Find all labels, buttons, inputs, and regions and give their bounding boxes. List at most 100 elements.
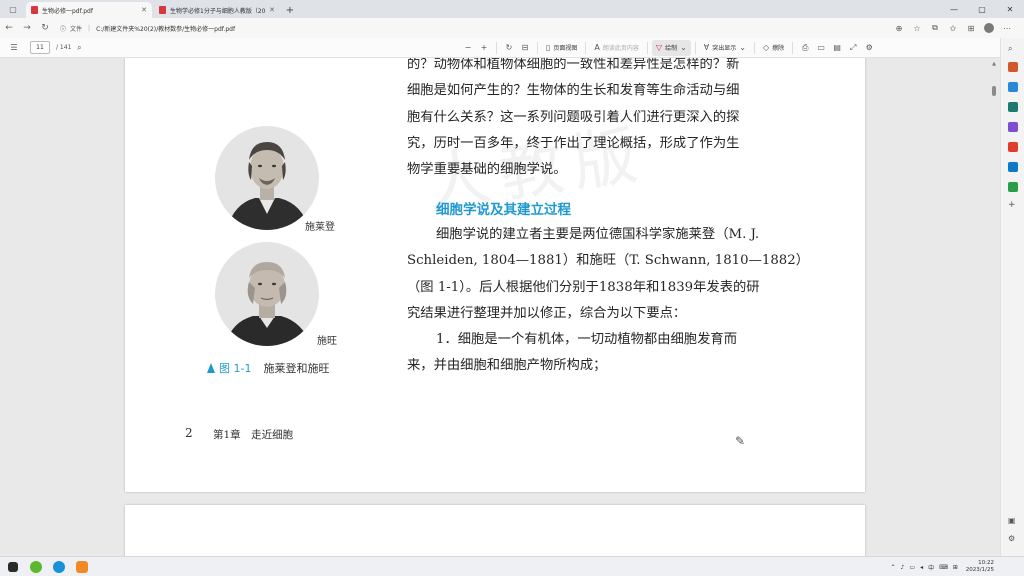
edge-sidebar: ⌕ + ▣ ⚙ [1000, 38, 1024, 556]
read-aloud-button[interactable]: A 朗读此页内容 [590, 40, 643, 56]
close-tab-icon[interactable]: ✕ [269, 6, 275, 14]
zoom-in-icon[interactable]: + [476, 40, 492, 56]
contents-icon[interactable]: ☰ [6, 40, 22, 56]
microphone-icon[interactable]: ♪ [901, 564, 905, 571]
fit-page-icon[interactable]: ⊟ [517, 40, 533, 56]
close-window-icon[interactable]: ✕ [996, 0, 1024, 18]
figure-caption-text: 施莱登和施旺 [263, 362, 330, 375]
figure-marker-icon [207, 363, 215, 373]
file-label: 文件 [70, 25, 83, 33]
erase-button[interactable]: ◇ 擦除 [759, 40, 788, 56]
hide-sidebar-icon[interactable]: ▣ [1008, 516, 1018, 526]
collections-icon[interactable]: ⊞ [962, 19, 980, 37]
page-view-button[interactable]: ▯ 页面视图 [542, 40, 581, 56]
grid-icon[interactable]: ⊞ [953, 564, 958, 571]
highlight-icon: ∀ [703, 43, 710, 52]
page-number-input[interactable]: 11 [30, 41, 50, 54]
url-text: C:/新建文件夹%20(2)/教材数参/生物必修一pdf.pdf [96, 25, 236, 33]
page-number: 2 [185, 426, 193, 440]
zoom-icon[interactable]: ⊕ [890, 19, 908, 37]
more-menu-icon[interactable]: ⋯ [998, 19, 1016, 37]
section-title: 细胞学说及其建立过程 [436, 202, 571, 218]
draw-pen-icon: ▽ [655, 43, 663, 52]
clock-date: 2023/1/25 [965, 567, 994, 573]
pencil-cursor-icon: ✎ [735, 434, 746, 448]
zoom-out-icon[interactable]: − [460, 40, 476, 56]
portrait2-caption: 施旺 [317, 336, 337, 347]
vertical-scrollbar[interactable]: ▲ [990, 60, 998, 554]
taskbar-app-orange[interactable] [72, 557, 92, 576]
schwann-portrait [215, 242, 319, 346]
sidebar-settings-icon[interactable]: ⚙ [1008, 534, 1018, 544]
battery-icon[interactable]: ▭ [909, 564, 915, 571]
split-screen-icon[interactable]: ⧉ [926, 19, 944, 37]
minimize-icon[interactable]: — [940, 0, 968, 18]
system-tray: ⌃ ♪ ▭ ◂ 中 ⌨ ⊞ 10:22 2023/1/25 [886, 557, 994, 576]
tab-strip: ▢ 生物必修一pdf.pdf ✕ 生物学必修1分子与细胞人教版（2019）.pd… [0, 0, 1024, 18]
volume-icon[interactable]: ◂ [920, 564, 923, 571]
clock[interactable]: 10:22 2023/1/25 [966, 560, 994, 574]
eraser-icon: ◇ [763, 43, 770, 52]
info-icon: ⓘ [60, 25, 67, 33]
refresh-icon[interactable]: ↻ [36, 19, 54, 37]
tab-label: 生物必修一pdf.pdf [42, 7, 93, 15]
next-pdf-page [125, 505, 865, 556]
pdf-file-icon [159, 6, 166, 14]
maximize-icon[interactable]: ▢ [968, 0, 996, 18]
games-icon[interactable] [1008, 102, 1018, 112]
chevron-up-icon[interactable]: ⌃ [891, 564, 896, 571]
schleiden-portrait [215, 126, 319, 230]
figure-number: 图 1-1 [219, 362, 252, 375]
favorite-star-icon[interactable]: ☆ [908, 19, 926, 37]
window-controls: — ▢ ✕ [940, 0, 1024, 18]
clock-time: 10:22 [978, 560, 994, 566]
rotate-icon[interactable]: ↻ [501, 40, 517, 56]
tools-icon[interactable] [1008, 82, 1018, 92]
chapter-footer: 第1章 走近细胞 [213, 429, 294, 441]
back-icon[interactable]: ← [0, 19, 18, 37]
search-icon[interactable]: ⌕ [71, 40, 87, 56]
url-field[interactable]: ⓘ 文件 | C:/新建文件夹%20(2)/教材数参/生物必修一pdf.pdf [60, 21, 890, 35]
window-menu-icon[interactable]: ▢ [0, 0, 26, 18]
scroll-up-icon[interactable]: ▲ [990, 60, 998, 68]
pdf-file-icon [31, 6, 38, 14]
teams-icon[interactable] [1008, 122, 1018, 132]
drop-icon[interactable] [1008, 182, 1018, 192]
save-as-icon[interactable]: ▤ [829, 40, 845, 56]
new-tab-button[interactable]: + [282, 2, 298, 18]
scrollbar-thumb[interactable] [992, 86, 996, 96]
favorites-icon[interactable]: ✩ [944, 19, 962, 37]
profile-avatar[interactable] [984, 23, 994, 33]
tab-pdf-2[interactable]: 生物学必修1分子与细胞人教版（2019）.pdf ✕ [154, 2, 280, 18]
print-icon[interactable]: ⎙ [797, 40, 813, 56]
fullscreen-icon[interactable]: ⤢ [845, 40, 861, 56]
pdf-document-area[interactable]: 人教版 的？动物体和植物体细胞的一致性和差异性是怎样的？新 细胞是如何产生的？生… [0, 58, 1000, 556]
office-icon[interactable] [1008, 142, 1018, 152]
taskbar-app-green[interactable] [26, 557, 46, 576]
page-total: / 141 [56, 44, 72, 51]
close-tab-icon[interactable]: ✕ [141, 6, 147, 14]
forward-icon[interactable]: → [18, 19, 36, 37]
draw-button[interactable]: ▽ 绘制 ⌄ [651, 39, 691, 56]
url-separator: | [88, 24, 91, 32]
address-bar: ← → ↻ ⓘ 文件 | C:/新建文件夹%20(2)/教材数参/生物必修一pd… [0, 18, 1024, 38]
search-icon[interactable]: ⌕ [1008, 44, 1018, 54]
intro-paragraph: 的？动物体和植物体细胞的一致性和差异性是怎样的？新 细胞是如何产生的？生物体的生… [407, 58, 740, 178]
keyboard-icon[interactable]: ⌨ [939, 564, 948, 571]
outlook-icon[interactable] [1008, 162, 1018, 172]
add-sidebar-app-icon[interactable]: + [1008, 200, 1018, 210]
taskbar-app-edge[interactable] [49, 557, 69, 576]
portrait1-caption: 施莱登 [305, 222, 335, 233]
tab-pdf-1[interactable]: 生物必修一pdf.pdf ✕ [26, 2, 152, 18]
figure-caption: 图 1-1 施莱登和施旺 [207, 360, 329, 376]
pdf-toolbar: ☰ 11 / 141 ⌕ − + ↻ ⊟ ▯ 页面视图 A 朗读此页内容 ▽ 绘制 ⌄ … [0, 38, 1024, 58]
read-aloud-icon: A [594, 43, 600, 52]
save-icon[interactable]: ▭ [813, 40, 829, 56]
start-button[interactable] [3, 557, 23, 576]
settings-icon[interactable]: ⚙ [861, 40, 877, 56]
page-view-icon: ▯ [546, 43, 551, 52]
shopping-icon[interactable] [1008, 62, 1018, 72]
chevron-down-icon: ⌄ [680, 43, 687, 52]
highlight-button[interactable]: ∀ 突出显示 ⌄ [700, 40, 750, 56]
ime-indicator[interactable]: 中 [928, 563, 934, 572]
